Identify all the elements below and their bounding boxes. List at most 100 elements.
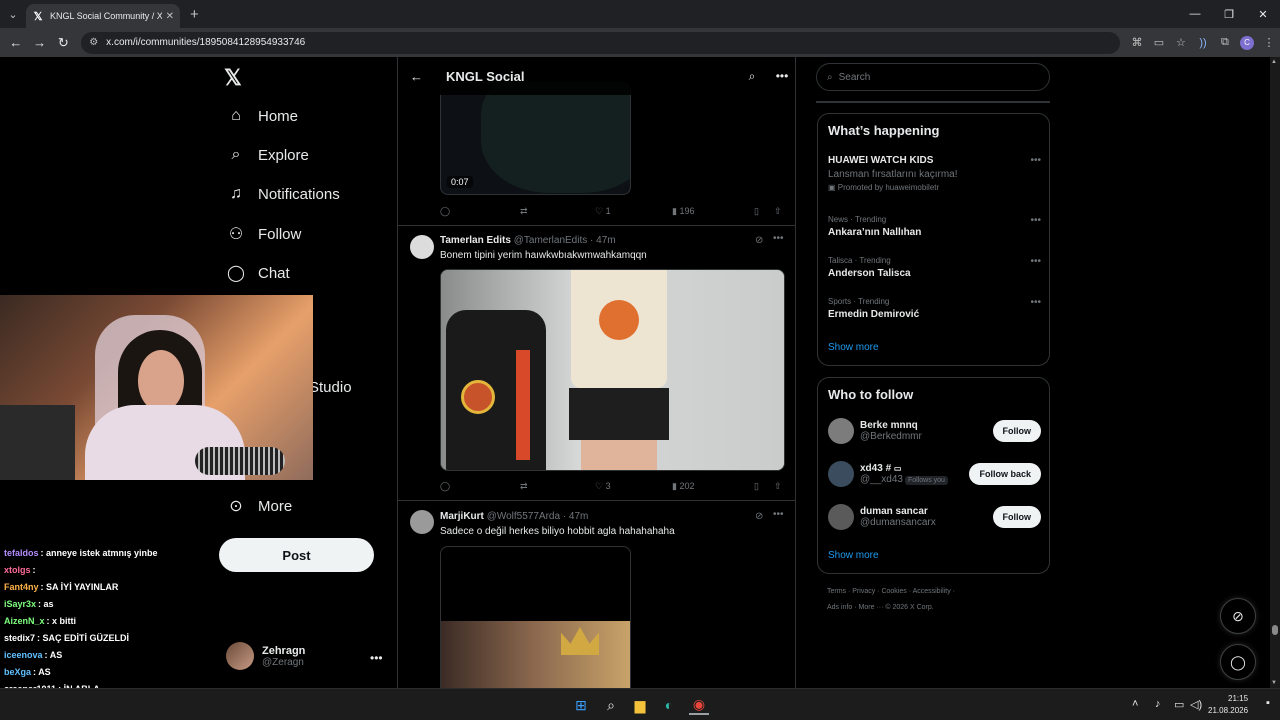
share-icon[interactable]: ⇧ [774, 206, 782, 217]
extensions-icon[interactable]: ⧉ [1214, 36, 1236, 49]
like-button[interactable]: ♡ 3 [595, 481, 672, 492]
file-explorer-icon[interactable]: ▆ [630, 695, 650, 715]
tweet-author[interactable]: MarjiKurt [440, 511, 484, 522]
nav-follow[interactable]: ⚇ Follow [226, 224, 302, 244]
tweet-image[interactable] [440, 269, 785, 471]
follow-suggestion[interactable]: Berke mnnq @Berkedmmr Follow [828, 416, 1041, 446]
nav-chat[interactable]: ◯ Chat [226, 263, 290, 283]
bookmark-star-icon[interactable]: ☆ [1170, 36, 1192, 49]
trend-more-icon[interactable]: ••• [1030, 155, 1041, 166]
account-more-icon[interactable]: ••• [370, 651, 383, 665]
browser-tab[interactable]: 𝕏 KNGL Social Community / X ✕ [26, 4, 180, 28]
notification-bell-icon[interactable]: ▪ [1266, 697, 1270, 709]
search-icon[interactable]: ⌕ [601, 695, 621, 715]
nav-notifications[interactable]: ♫ Notifications [226, 185, 340, 203]
grok-icon[interactable]: ⊘ [755, 511, 763, 522]
network-icon[interactable]: ▭ [1174, 698, 1184, 711]
panel-title: Who to follow [828, 387, 914, 402]
tab-search-icon[interactable]: ⌄ [0, 0, 26, 28]
window-close-icon[interactable]: ✕ [1246, 0, 1280, 28]
forward-icon[interactable]: → [28, 35, 52, 50]
volume-icon[interactable]: ◁) [1190, 698, 1202, 711]
follow-button[interactable]: Follow [992, 420, 1041, 442]
account-switcher[interactable]: Zehragn @Zeragn [226, 642, 305, 670]
footer-links[interactable]: Terms · Privacy · Cookies · Accessibilit… [827, 588, 955, 595]
post-button[interactable]: Post [219, 538, 374, 572]
views-button[interactable]: ▮ 196 [672, 206, 754, 217]
scroll-down-icon[interactable]: ▼ [1271, 680, 1277, 686]
nav-studio-label[interactable]: Studio [309, 379, 352, 396]
search-icon[interactable]: ⌕ [737, 69, 767, 84]
nav-home[interactable]: ⌂ Home [226, 107, 298, 125]
site-info-icon[interactable]: ⚙ [89, 37, 98, 48]
video-thumbnail[interactable]: 0:07 [440, 82, 631, 195]
trend-item[interactable]: Sports · Trending Ermedin Demirović ••• [828, 297, 1041, 320]
page-title: KNGL Social [446, 68, 525, 84]
search-input[interactable]: ⌕ Search [816, 63, 1050, 91]
translate-icon[interactable]: ⌘ [1126, 36, 1148, 49]
grok-icon[interactable]: ⊘ [755, 235, 763, 246]
reply-icon[interactable]: ◯ [440, 206, 520, 217]
tweet-handle[interactable]: @Wolf5577Arda [487, 511, 560, 522]
chrome-browser-icon[interactable]: ◉ [689, 695, 709, 715]
system-clock[interactable]: 21:15 21.08.2026 [1208, 693, 1248, 717]
follow-back-button[interactable]: Follow back [969, 463, 1041, 485]
bookmark-icon[interactable]: ▯ [754, 206, 774, 217]
show-more-link[interactable]: Show more [828, 550, 879, 561]
share-icon[interactable]: ⇧ [774, 481, 782, 492]
edge-browser-icon[interactable]: ◐ [659, 695, 679, 715]
new-tab-icon[interactable]: + [190, 6, 199, 23]
messages-button[interactable]: ◯ [1220, 644, 1256, 680]
nav-explore[interactable]: ⌕ Explore [226, 146, 309, 164]
follow-button[interactable]: Follow [992, 506, 1041, 528]
back-icon[interactable]: ← [4, 35, 28, 50]
browser-menu-icon[interactable]: ⋮ [1258, 36, 1280, 49]
show-more-link[interactable]: Show more [828, 342, 879, 353]
tweet-author[interactable]: Tamerlan Edits [440, 235, 511, 246]
trend-item[interactable]: News · Trending Ankara’nın Nallıhan ••• [828, 215, 1041, 238]
trend-more-icon[interactable]: ••• [1030, 256, 1041, 267]
profile-avatar[interactable]: C [1239, 35, 1254, 50]
bookmark-icon[interactable]: ▯ [754, 481, 774, 492]
cast-icon[interactable]: ▭ [1148, 36, 1170, 49]
tweet-more-icon[interactable]: ••• [773, 233, 784, 244]
reload-icon[interactable]: ↻ [51, 35, 75, 51]
maximize-icon[interactable]: ❐ [1212, 0, 1246, 28]
follow-suggestion[interactable]: xd43 # ▭ @__xd43 Follows you Follow back [828, 459, 1041, 489]
more-icon[interactable]: ••• [767, 69, 795, 83]
microphone-icon[interactable]: ♪ [1155, 698, 1161, 710]
trend-more-icon[interactable]: ••• [1030, 297, 1041, 308]
back-arrow-icon[interactable]: ← [398, 69, 434, 84]
divider [397, 225, 796, 226]
tweet-image[interactable] [440, 546, 631, 688]
tweet-time[interactable]: · 47m [563, 511, 589, 522]
grok-button[interactable]: ⊘ [1220, 598, 1256, 634]
nav-more[interactable]: ⊙ More [226, 496, 292, 516]
views-button[interactable]: ▮ 202 [672, 481, 754, 492]
trend-item-promoted[interactable]: HUAWEI WATCH KIDS Lansman fırsatlarını k… [828, 155, 1041, 192]
tweet-time[interactable]: · 47m [590, 235, 616, 246]
avatar[interactable] [410, 235, 434, 259]
chat-message: stedix7: SAÇ EDİTİ GÜZELDİ [4, 633, 129, 643]
retweet-icon[interactable]: ⇄ [520, 481, 595, 492]
url-field[interactable]: ⚙ x.com/i/communities/189508412895493374… [81, 31, 1120, 54]
tray-chevron-icon[interactable]: ˄ [1132, 698, 1138, 710]
footer-links[interactable]: Ads info · More ··· © 2026 X Corp. [827, 604, 934, 611]
trend-more-icon[interactable]: ••• [1030, 215, 1041, 226]
scrollbar-thumb[interactable] [1272, 625, 1278, 635]
windows-start-icon[interactable]: ⊞ [571, 695, 591, 715]
retweet-icon[interactable]: ⇄ [520, 206, 595, 217]
like-button[interactable]: ♡ 1 [595, 206, 672, 217]
tweet-more-icon[interactable]: ••• [773, 509, 784, 520]
follow-suggestion[interactable]: duman sancar @dumansancarx Follow [828, 502, 1041, 532]
reply-icon[interactable]: ◯ [440, 481, 520, 492]
trend-item[interactable]: Talisca · Trending Anderson Talisca ••• [828, 256, 1041, 279]
x-logo-icon[interactable]: 𝕏 [224, 65, 242, 91]
extension-signal-icon[interactable]: )) [1192, 37, 1214, 49]
tweet-handle[interactable]: @TamerlanEdits [514, 235, 588, 246]
scroll-up-icon[interactable]: ▲ [1271, 59, 1277, 65]
minimize-icon[interactable]: — [1178, 0, 1212, 28]
tab-close-icon[interactable]: ✕ [166, 11, 174, 22]
scrollbar[interactable]: ▲ ▼ [1270, 57, 1280, 688]
avatar[interactable] [410, 510, 434, 534]
